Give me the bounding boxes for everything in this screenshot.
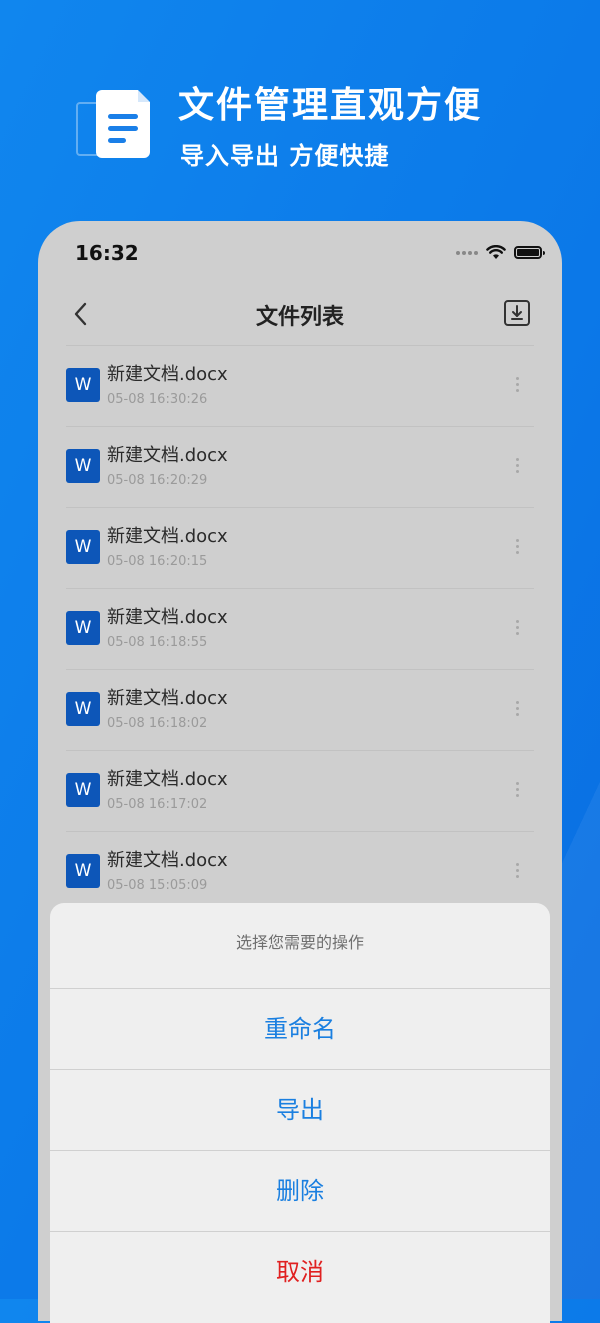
- file-time: 05-08 15:05:09: [107, 878, 208, 893]
- promo-subtitle: 导入导出 方便快捷: [180, 142, 390, 170]
- navigation-bar: 文件列表: [38, 287, 562, 341]
- download-tray-icon[interactable]: [504, 300, 530, 326]
- file-list-item[interactable]: W 新建文档.docx 05-08 16:18:02: [66, 670, 534, 751]
- file-time: 05-08 16:18:02: [107, 716, 208, 731]
- file-name: 新建文档.docx: [107, 688, 228, 709]
- export-button[interactable]: 导出: [50, 1070, 550, 1151]
- word-file-icon: W: [66, 854, 100, 888]
- more-vertical-icon[interactable]: [516, 782, 520, 800]
- more-vertical-icon[interactable]: [516, 539, 520, 557]
- file-list-item[interactable]: W 新建文档.docx 05-08 16:30:26: [66, 346, 534, 427]
- document-icon: [74, 88, 154, 160]
- file-time: 05-08 16:18:55: [107, 635, 208, 650]
- word-file-icon: W: [66, 692, 100, 726]
- word-file-icon: W: [66, 368, 100, 402]
- file-name: 新建文档.docx: [107, 526, 228, 547]
- cellular-signal-icon: [456, 250, 478, 255]
- status-indicators: [456, 245, 545, 260]
- more-vertical-icon[interactable]: [516, 701, 520, 719]
- cancel-button[interactable]: 取消: [50, 1232, 550, 1312]
- word-file-icon: W: [66, 449, 100, 483]
- word-file-icon: W: [66, 530, 100, 564]
- action-sheet: 选择您需要的操作 重命名 导出 删除 取消: [50, 903, 550, 1323]
- file-list: W 新建文档.docx 05-08 16:30:26 W 新建文档.docx 0…: [66, 346, 534, 912]
- promo-title: 文件管理直观方便: [178, 85, 483, 126]
- file-list-item[interactable]: W 新建文档.docx 05-08 16:17:02: [66, 751, 534, 832]
- wifi-icon: [486, 245, 506, 259]
- page-title: 文件列表: [255, 305, 344, 330]
- rename-button[interactable]: 重命名: [50, 989, 550, 1070]
- file-name: 新建文档.docx: [107, 769, 228, 790]
- file-time: 05-08 16:17:02: [107, 797, 208, 812]
- file-time: 05-08 16:20:15: [107, 554, 208, 569]
- file-name: 新建文档.docx: [107, 850, 228, 871]
- document-front: [96, 90, 150, 158]
- more-vertical-icon[interactable]: [516, 620, 520, 638]
- action-sheet-prompt: 选择您需要的操作: [50, 903, 550, 989]
- word-file-icon: W: [66, 611, 100, 645]
- more-vertical-icon[interactable]: [516, 458, 520, 476]
- delete-button[interactable]: 删除: [50, 1151, 550, 1232]
- file-name: 新建文档.docx: [107, 607, 228, 628]
- file-list-item[interactable]: W 新建文档.docx 05-08 16:18:55: [66, 589, 534, 670]
- more-vertical-icon[interactable]: [516, 377, 520, 395]
- file-time: 05-08 16:20:29: [107, 473, 208, 488]
- more-vertical-icon[interactable]: [516, 863, 520, 881]
- file-name: 新建文档.docx: [107, 445, 228, 466]
- word-file-icon: W: [66, 773, 100, 807]
- file-list-item[interactable]: W 新建文档.docx 05-08 16:20:29: [66, 427, 534, 508]
- file-time: 05-08 16:30:26: [107, 392, 208, 407]
- file-list-item[interactable]: W 新建文档.docx 05-08 16:20:15: [66, 508, 534, 589]
- file-name: 新建文档.docx: [107, 364, 228, 385]
- file-list-item[interactable]: W 新建文档.docx 05-08 15:05:09: [66, 832, 534, 912]
- battery-icon: [514, 246, 545, 259]
- status-time: 16:32: [75, 241, 139, 265]
